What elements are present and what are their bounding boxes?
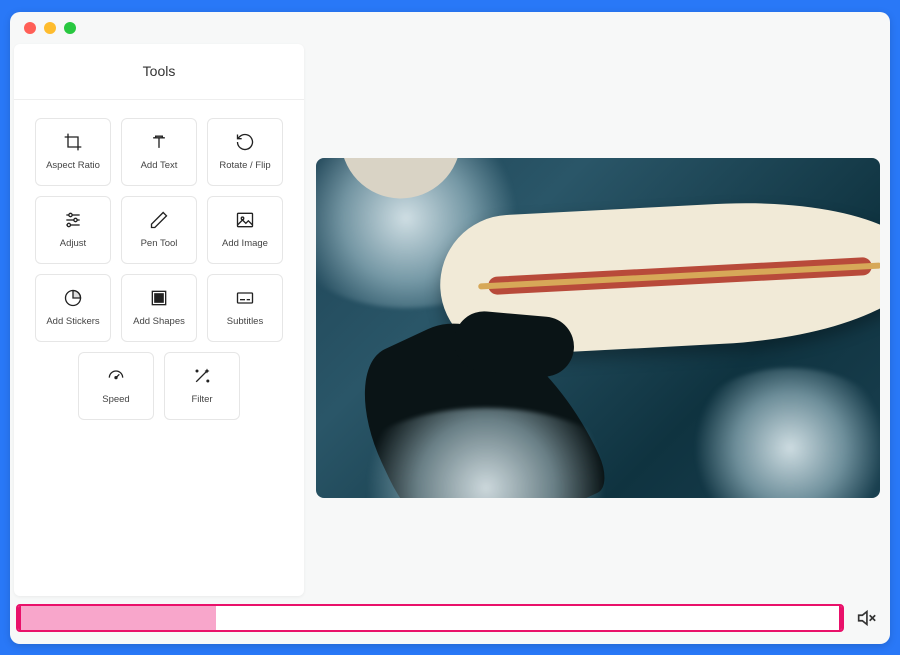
tool-add-image[interactable]: Add Image	[207, 196, 283, 264]
window-close-button[interactable]	[24, 22, 36, 34]
tool-label: Aspect Ratio	[46, 161, 100, 171]
tool-add-shapes[interactable]: Add Shapes	[121, 274, 197, 342]
sliders-icon	[62, 209, 84, 231]
tool-subtitles[interactable]: Subtitles	[207, 274, 283, 342]
tool-add-stickers[interactable]: Add Stickers	[35, 274, 111, 342]
trim-handle-end[interactable]	[839, 604, 844, 632]
shapes-icon	[148, 287, 170, 309]
tools-grid: Aspect Ratio Add Text Rotate / Flip	[14, 100, 304, 438]
tool-label: Add Image	[222, 239, 268, 249]
tool-adjust[interactable]: Adjust	[35, 196, 111, 264]
water-foam	[680, 368, 880, 498]
tool-label: Add Stickers	[46, 317, 99, 327]
tool-label: Add Text	[141, 161, 178, 171]
window-zoom-button[interactable]	[64, 22, 76, 34]
subtitles-icon	[234, 287, 256, 309]
tool-label: Add Shapes	[133, 317, 185, 327]
rotate-icon	[234, 131, 256, 153]
wand-icon	[191, 365, 213, 387]
tool-label: Speed	[102, 395, 129, 405]
tool-pen[interactable]: Pen Tool	[121, 196, 197, 264]
volume-mute-icon	[855, 607, 877, 629]
timeline-progress	[18, 606, 216, 630]
timeline-row	[10, 600, 890, 644]
tool-aspect-ratio[interactable]: Aspect Ratio	[35, 118, 111, 186]
pen-icon	[148, 209, 170, 231]
speed-icon	[105, 365, 127, 387]
tool-label: Adjust	[60, 239, 86, 249]
app-window: Tools Aspect Ratio Add Text	[10, 12, 890, 644]
tool-speed[interactable]: Speed	[78, 352, 154, 420]
tool-label: Pen Tool	[141, 239, 178, 249]
sidebar-header: Tools	[14, 44, 304, 100]
image-icon	[234, 209, 256, 231]
video-preview[interactable]	[316, 158, 880, 498]
window-minimize-button[interactable]	[44, 22, 56, 34]
crop-icon	[62, 131, 84, 153]
tool-rotate-flip[interactable]: Rotate / Flip	[207, 118, 283, 186]
tool-label: Filter	[191, 395, 212, 405]
text-icon	[148, 131, 170, 153]
trim-handle-start[interactable]	[16, 604, 21, 632]
tool-add-text[interactable]: Add Text	[121, 118, 197, 186]
tools-sidebar: Tools Aspect Ratio Add Text	[14, 44, 304, 596]
sidebar-title: Tools	[143, 63, 176, 79]
preview-area	[316, 44, 880, 596]
sticker-icon	[62, 287, 84, 309]
timeline-track[interactable]	[16, 604, 844, 632]
tool-filter[interactable]: Filter	[164, 352, 240, 420]
content-area: Tools Aspect Ratio Add Text	[10, 44, 890, 600]
tool-label: Rotate / Flip	[219, 161, 270, 171]
mute-button[interactable]	[852, 604, 880, 632]
titlebar	[10, 12, 890, 44]
tool-label: Subtitles	[227, 317, 263, 327]
